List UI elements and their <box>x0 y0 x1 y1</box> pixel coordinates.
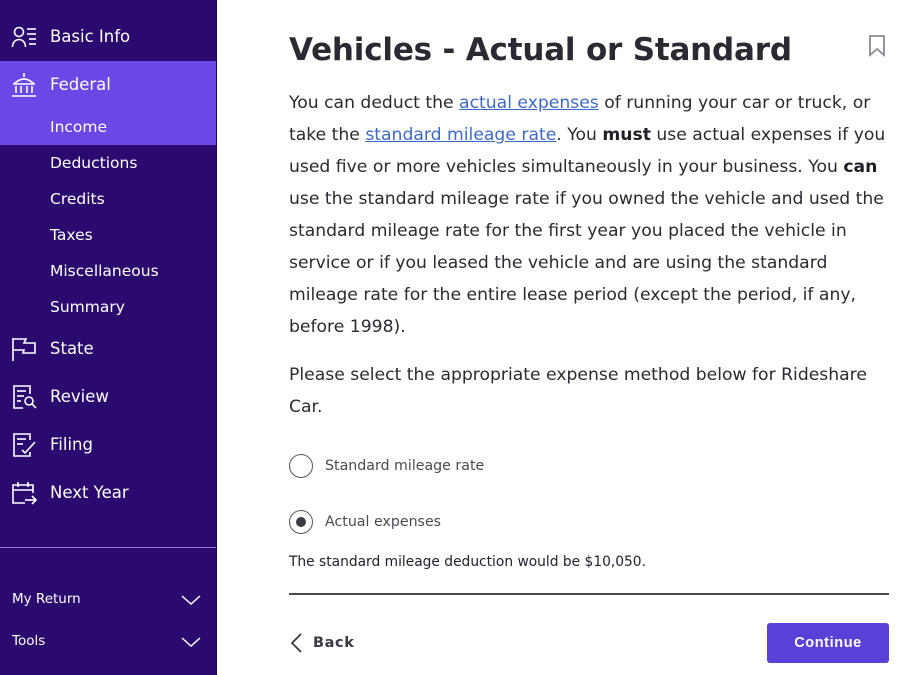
chevron-left-icon <box>290 633 302 653</box>
chevron-down-icon <box>181 637 201 648</box>
tools-label: Tools <box>12 633 46 649</box>
page-title: Vehicles - Actual or Standard <box>289 32 792 68</box>
emphasis-must: must <box>602 125 651 145</box>
my-return-section[interactable]: My Return <box>0 582 216 616</box>
intro-text: . You <box>556 125 603 145</box>
basic-info-icon <box>11 26 36 48</box>
review-icon <box>13 385 37 409</box>
back-button[interactable]: Back <box>289 628 354 658</box>
filing-icon <box>13 433 36 457</box>
option-standard-mileage-rate[interactable]: Standard mileage rate <box>289 453 484 479</box>
sidebar-subitem-deductions[interactable]: Deductions <box>0 145 216 181</box>
next-year-calendar-icon <box>12 482 37 505</box>
divider <box>289 593 889 595</box>
state-flag-icon <box>12 338 36 361</box>
radio-selected-dot <box>295 516 306 527</box>
actual-expenses-link[interactable]: actual expenses <box>459 93 599 113</box>
radio-label: Actual expenses <box>325 514 442 530</box>
my-return-label: My Return <box>12 591 81 607</box>
bookmark-icon[interactable] <box>866 34 888 58</box>
sidebar-subitem-label: Miscellaneous <box>50 262 159 280</box>
sidebar-item-state[interactable]: State <box>0 325 216 373</box>
sidebar-item-federal[interactable]: Federal <box>0 61 216 109</box>
radio-actual-expenses[interactable] <box>289 510 313 534</box>
sidebar-item-label: Next Year <box>50 483 129 502</box>
intro-text: use the standard mileage rate if you own… <box>289 189 884 337</box>
tools-section[interactable]: Tools <box>0 624 216 658</box>
sidebar-item-basic-info[interactable]: Basic Info <box>0 13 216 61</box>
sidebar-subitem-label: Summary <box>50 298 125 316</box>
sidebar-subitem-miscellaneous[interactable]: Miscellaneous <box>0 253 216 289</box>
federal-building-icon <box>12 73 36 97</box>
option-actual-expenses[interactable]: Actual expenses <box>289 509 441 535</box>
sidebar-subitem-label: Taxes <box>50 226 93 244</box>
standard-mileage-rate-link[interactable]: standard mileage rate <box>365 125 556 145</box>
sidebar-edge <box>216 0 217 675</box>
sidebar-item-filing[interactable]: Filing <box>0 421 216 469</box>
sidebar-item-label: Federal <box>50 75 111 94</box>
sidebar-subitem-summary[interactable]: Summary <box>0 289 216 325</box>
sidebar-subitem-label: Income <box>50 118 108 136</box>
standard-mileage-note: The standard mileage deduction would be … <box>289 554 646 570</box>
continue-button[interactable]: Continue <box>767 623 889 663</box>
sidebar-divider <box>0 547 216 548</box>
sidebar-subitem-label: Deductions <box>50 154 138 172</box>
sidebar-subitem-income[interactable]: Income <box>0 109 216 145</box>
chevron-down-icon <box>181 595 201 606</box>
radio-label: Standard mileage rate <box>325 458 485 474</box>
sidebar-item-label: Basic Info <box>50 27 131 46</box>
sidebar-subitem-taxes[interactable]: Taxes <box>0 217 216 253</box>
instruction-text: Please select the appropriate expense me… <box>289 365 867 417</box>
sidebar-subitem-label: Credits <box>50 190 105 208</box>
sidebar-item-label: State <box>50 339 94 358</box>
sidebar-item-label: Filing <box>50 435 93 454</box>
sidebar-subitem-credits[interactable]: Credits <box>0 181 216 217</box>
back-button-label: Back <box>313 635 355 651</box>
sidebar-item-review[interactable]: Review <box>0 373 216 421</box>
sidebar-item-next-year[interactable]: Next Year <box>0 469 216 517</box>
intro-paragraph: You can deduct the actual expenses of ru… <box>289 87 889 343</box>
sidebar-item-label: Review <box>50 387 109 406</box>
emphasis-can: can <box>843 157 878 177</box>
intro-text: You can deduct the <box>289 93 460 113</box>
radio-standard-mileage-rate[interactable] <box>289 454 313 478</box>
sidebar: Basic Info Federal Income Deductions Cre… <box>0 0 217 675</box>
